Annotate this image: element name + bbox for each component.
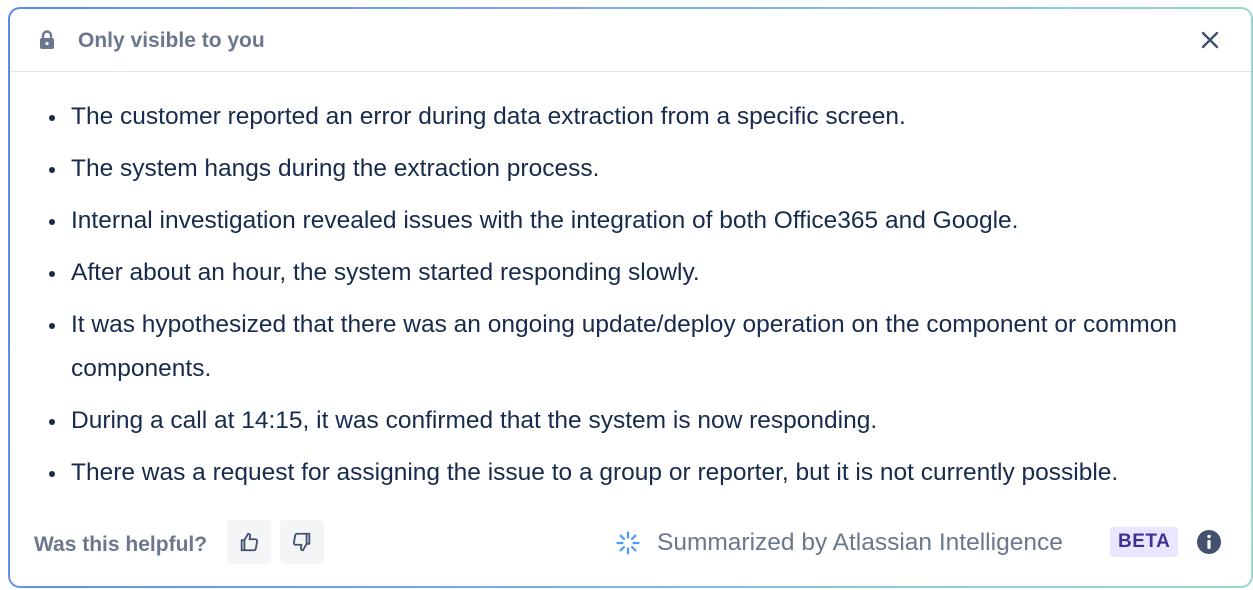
card-footer: Was this helpful? Summarized by Atlassia…: [10, 519, 1251, 569]
info-icon[interactable]: [1196, 529, 1222, 555]
close-button[interactable]: [1197, 27, 1223, 53]
summary-item: During a call at 14:15, it was confirmed…: [44, 399, 1231, 443]
helpful-label: Was this helpful?: [34, 533, 208, 556]
thumbs-down-icon: [292, 532, 311, 552]
beta-badge: BETA: [1110, 527, 1179, 557]
thumbs-up-icon: [240, 532, 259, 552]
summary-card: Only visible to you The customer reporte…: [10, 9, 1251, 586]
card-header: Only visible to you: [10, 9, 1251, 72]
thumbs-down-button[interactable]: [280, 520, 324, 564]
close-icon: [1201, 31, 1219, 49]
thumbs-up-button[interactable]: [227, 520, 271, 564]
atlassian-intelligence-icon: [616, 531, 640, 555]
summary-item: There was a request for assigning the is…: [44, 451, 1231, 495]
lock-icon: [40, 30, 54, 49]
summary-item: After about an hour, the system started …: [44, 251, 1231, 295]
summary-item: The system hangs during the extraction p…: [44, 147, 1231, 191]
summary-item: It was hypothesized that there was an on…: [44, 303, 1231, 391]
summary-card-border: Only visible to you The customer reporte…: [8, 7, 1253, 588]
attribution-text: Summarized by Atlassian Intelligence: [657, 529, 1063, 556]
visibility-label: Only visible to you: [78, 29, 265, 52]
summary-content: The customer reported an error during da…: [44, 95, 1231, 503]
summary-item: Internal investigation revealed issues w…: [44, 199, 1231, 243]
summary-item: The customer reported an error during da…: [44, 95, 1231, 139]
summary-list: The customer reported an error during da…: [44, 95, 1231, 495]
